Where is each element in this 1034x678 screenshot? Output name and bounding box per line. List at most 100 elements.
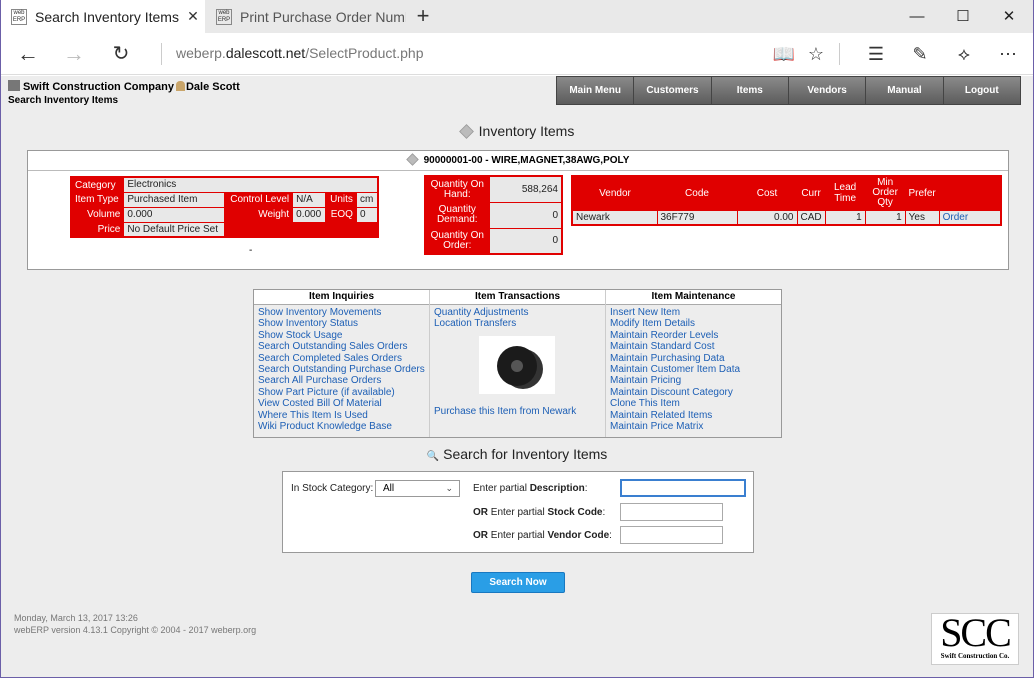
link-location-transfers[interactable]: Location Transfers	[434, 318, 602, 329]
more-icon[interactable]: ⋯	[990, 33, 1026, 75]
control-level-value: N/A	[292, 191, 327, 208]
magnifier-icon: 🔍	[426, 451, 440, 462]
link-search-outstanding-sales-orders[interactable]: Search Outstanding Sales Orders	[258, 341, 426, 352]
stock-code-label: OR Enter partial Stock Code:	[473, 507, 606, 518]
units-value: cm	[355, 191, 379, 208]
item-heading: 90000001-00 - WIRE,MAGNET,38AWG,POLY	[28, 151, 1008, 171]
link-maintain-reorder-levels[interactable]: Maintain Reorder Levels	[610, 330, 778, 341]
share-icon[interactable]: ⟡	[946, 33, 982, 75]
link-wiki-knowledge-base[interactable]: Wiki Product Knowledge Base	[258, 421, 426, 432]
weight-value: 0.000	[292, 206, 327, 223]
menu-vendors[interactable]: Vendors	[788, 77, 867, 104]
vendor-code-input[interactable]	[620, 526, 723, 544]
link-maintain-related-items[interactable]: Maintain Related Items	[610, 410, 778, 421]
link-view-costed-bom[interactable]: View Costed Bill Of Material	[258, 398, 426, 409]
price-value: No Default Price Set	[123, 221, 226, 238]
footer: Monday, March 13, 2017 13:26 webERP vers…	[14, 612, 256, 636]
close-icon[interactable]: ✕	[181, 8, 205, 25]
link-maintain-purchasing-data[interactable]: Maintain Purchasing Data	[610, 353, 778, 364]
vendor-row: Newark 36F779 0.00 CAD 1 1 Yes Order	[571, 209, 1002, 226]
inventory-cube-icon	[458, 124, 474, 139]
footer-version: webERP version 4.13.1 Copyright © 2004 -…	[14, 625, 257, 635]
link-search-outstanding-purchase-orders[interactable]: Search Outstanding Purchase Orders	[258, 364, 426, 375]
qty-on-hand-value: 588,264	[488, 175, 563, 203]
item-inquiries-column: Item Inquiries Show Inventory Movements …	[254, 290, 430, 437]
tab-print-purchase-order[interactable]: web ERP Print Purchase Order Numb	[206, 0, 406, 33]
item-maintenance-column: Item Maintenance Insert New Item Modify …	[606, 290, 781, 437]
quantities-table: Quantity On Hand: 588,264 Quantity Deman…	[424, 175, 563, 255]
address-bar-row: ← → ↻ weberp.dalescott.net/SelectProduct…	[1, 33, 1033, 75]
search-now-button[interactable]: Search Now	[471, 572, 565, 593]
page-content: Swift Construction Company Dale Scott Sea…	[1, 76, 1033, 677]
forward-icon[interactable]: →	[54, 33, 94, 75]
chevron-down-icon: ⌄	[445, 483, 453, 493]
menu-main-menu[interactable]: Main Menu	[557, 77, 635, 104]
item-links-panel: Item Inquiries Show Inventory Movements …	[253, 289, 782, 438]
minimize-icon[interactable]: —	[894, 0, 940, 33]
link-quantity-adjustments[interactable]: Quantity Adjustments	[434, 307, 602, 318]
reading-view-icon[interactable]: 📖	[766, 33, 802, 75]
item-cube-icon	[405, 153, 419, 166]
link-maintain-standard-cost[interactable]: Maintain Standard Cost	[610, 341, 778, 352]
item-details-table: Category Electronics Item Type Purchased…	[70, 176, 379, 238]
tab-title: Print Purchase Order Numb	[240, 8, 406, 25]
category-value: Electronics	[123, 176, 379, 193]
stock-category-select[interactable]: All ⌄	[375, 480, 460, 497]
company-logo: SCC Swift Construction Co.	[931, 613, 1019, 665]
link-clone-item[interactable]: Clone This Item	[610, 398, 778, 409]
search-form: In Stock Category: All ⌄ Enter partial D…	[282, 471, 754, 553]
address-field[interactable]: weberp.dalescott.net/SelectProduct.php	[176, 45, 424, 61]
new-tab-icon[interactable]: +	[409, 0, 437, 33]
maximize-icon[interactable]: ☐	[940, 0, 986, 33]
link-show-stock-usage[interactable]: Show Stock Usage	[258, 330, 426, 341]
window-close-icon[interactable]: ✕	[986, 0, 1032, 33]
menu-logout[interactable]: Logout	[943, 77, 1020, 104]
footer-datetime: Monday, March 13, 2017 13:26	[14, 613, 138, 623]
link-insert-new-item[interactable]: Insert New Item	[610, 307, 778, 318]
link-show-part-picture[interactable]: Show Part Picture (if available)	[258, 387, 426, 398]
link-modify-item-details[interactable]: Modify Item Details	[610, 318, 778, 329]
link-show-inventory-movements[interactable]: Show Inventory Movements	[258, 307, 426, 318]
vendor-code-label: OR Enter partial Vendor Code:	[473, 530, 612, 541]
vendor-table: Vendor Code Cost Curr Lead Time Min Orde…	[571, 175, 1002, 226]
item-type-value: Purchased Item	[123, 191, 226, 208]
weberp-favicon-icon: web ERP	[11, 8, 27, 25]
web-note-icon[interactable]: ✎	[902, 33, 938, 75]
link-purchase-from-newark[interactable]: Purchase this Item from Newark	[434, 406, 602, 417]
item-picture	[479, 335, 555, 394]
item-transactions-column: Item Transactions Quantity Adjustments L…	[430, 290, 606, 437]
tab-search-inventory[interactable]: web ERP Search Inventory Items ✕	[1, 0, 205, 33]
page-title: Search Inventory Items	[8, 95, 119, 106]
user-icon	[175, 81, 185, 91]
link-maintain-price-matrix[interactable]: Maintain Price Matrix	[610, 421, 778, 432]
weberp-org-link[interactable]: weberp.org	[211, 625, 256, 635]
search-section-title: 🔍 Search for Inventory Items	[426, 446, 608, 462]
menu-manual[interactable]: Manual	[866, 77, 944, 104]
company-header: Swift Construction Company Dale Scott	[8, 80, 240, 93]
main-menu-bar: Main Menu Customers Items Vendors Manual…	[556, 76, 1021, 105]
link-show-inventory-status[interactable]: Show Inventory Status	[258, 318, 426, 329]
volume-value: 0.000	[123, 206, 226, 223]
link-maintain-customer-item-data[interactable]: Maintain Customer Item Data	[610, 364, 778, 375]
link-where-used[interactable]: Where This Item Is Used	[258, 410, 426, 421]
link-maintain-pricing[interactable]: Maintain Pricing	[610, 375, 778, 386]
back-icon[interactable]: ←	[8, 33, 48, 75]
company-icon	[8, 80, 20, 91]
link-search-all-purchase-orders[interactable]: Search All Purchase Orders	[258, 375, 426, 386]
stock-code-input[interactable]	[620, 503, 723, 521]
item-details-panel: 90000001-00 - WIRE,MAGNET,38AWG,POLY Cat…	[27, 150, 1009, 270]
inventory-items-title: Inventory Items	[1, 123, 1033, 139]
vendor-order-link[interactable]: Order	[938, 209, 1002, 226]
link-search-completed-sales-orders[interactable]: Search Completed Sales Orders	[258, 353, 426, 364]
hub-icon[interactable]: ☰	[858, 33, 894, 75]
link-maintain-discount-category[interactable]: Maintain Discount Category	[610, 387, 778, 398]
description-input[interactable]	[620, 479, 746, 497]
favorite-star-icon[interactable]: ☆	[798, 33, 834, 75]
refresh-icon[interactable]: ↻	[101, 33, 141, 75]
menu-items[interactable]: Items	[711, 77, 789, 104]
menu-customers[interactable]: Customers	[634, 77, 712, 104]
tab-title: Search Inventory Items	[35, 8, 179, 25]
qty-demand-value: 0	[488, 201, 563, 229]
description-label: Enter partial Description:	[473, 483, 588, 494]
browser-window: web ERP Search Inventory Items ✕ web ERP…	[1, 0, 1033, 677]
